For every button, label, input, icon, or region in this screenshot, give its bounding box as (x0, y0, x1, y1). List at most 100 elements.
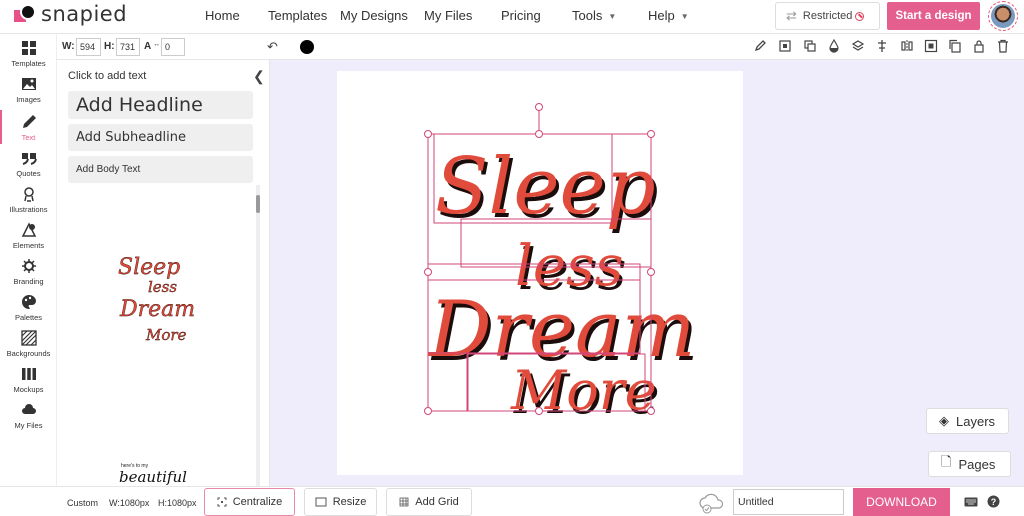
chevron-left-icon[interactable]: ❮ (253, 68, 265, 85)
elements-icon (21, 222, 36, 237)
add-subheadline-button[interactable]: Add Subheadline (68, 124, 253, 151)
add-headline-button[interactable]: Add Headline (68, 91, 253, 119)
trash-icon[interactable] (996, 39, 1010, 53)
user-avatar[interactable] (988, 1, 1018, 31)
rail-images-label: Images (16, 95, 41, 104)
rail-quotes[interactable]: Quotes (0, 150, 57, 186)
rail-branding[interactable]: Branding (0, 258, 57, 294)
align-center-icon[interactable] (875, 39, 889, 53)
sleep-less-template-preview[interactable]: Sleep less Dream More (112, 250, 202, 350)
design-svg: Sleep less Dream More (424, 103, 695, 422)
text-color-swatch[interactable] (300, 40, 314, 54)
swap-icon: ⇄ (786, 8, 797, 23)
resize-icon (315, 497, 327, 507)
snapied-logo[interactable]: snapied (14, 2, 127, 26)
rail-my-files-label: My Files (14, 421, 43, 430)
flip-icon[interactable] (900, 39, 914, 53)
quote-icon (21, 153, 37, 165)
panel-title: Click to add text (68, 70, 147, 82)
top-navigation: snapied Home Templates My Designs My Fil… (0, 0, 1024, 34)
width-input[interactable] (76, 38, 101, 56)
left-tool-rail: Templates Images Text Quotes Illustratio… (0, 34, 57, 486)
layers-label: Layers (956, 413, 996, 429)
nav-my-files[interactable]: My Files (424, 8, 472, 23)
size-preset: Custom (67, 498, 99, 508)
keyboard-icon[interactable] (964, 497, 978, 507)
width-label: W: (62, 41, 75, 52)
scrollbar-thumb[interactable] (256, 195, 260, 213)
rail-elements[interactable]: Elements (0, 222, 57, 258)
preview-line-3: Dream (119, 297, 195, 322)
branding-icon (21, 259, 36, 273)
centralize-icon (217, 497, 227, 507)
design-artboard[interactable]: Sleep less Dream More (337, 71, 743, 475)
nav-tools[interactable]: Tools ▼ (572, 8, 616, 23)
nav-help-label: Help (648, 8, 675, 23)
chevron-down-icon: ▼ (680, 12, 689, 21)
crop-fit-icon[interactable] (924, 39, 938, 53)
nav-templates[interactable]: Templates (268, 8, 327, 23)
nav-pricing[interactable]: Pricing (501, 8, 541, 23)
avatar-image (991, 4, 1015, 28)
layers-button[interactable]: ◈ Layers (926, 408, 1009, 434)
download-button[interactable]: DOWNLOAD (853, 488, 950, 516)
rail-branding-label: Branding (13, 277, 44, 286)
letter-spacing-input[interactable] (161, 38, 185, 56)
rail-text-label: Text (21, 133, 36, 142)
backgrounds-icon (20, 330, 37, 346)
panel-scrollbar[interactable] (256, 185, 260, 486)
resize-button[interactable]: Resize (304, 488, 377, 516)
templates-icon (21, 41, 36, 55)
rail-illustrations[interactable]: Illustrations (0, 186, 57, 222)
rail-mockups[interactable]: Mockups (0, 366, 57, 402)
undo-icon[interactable]: ↶ (267, 39, 278, 55)
nav-home[interactable]: Home (205, 8, 240, 23)
add-grid-button[interactable]: Add Grid (386, 488, 472, 516)
layers-icon: ◈ (939, 413, 949, 428)
opacity-icon[interactable] (827, 39, 841, 53)
eyedropper-icon[interactable] (753, 39, 767, 53)
rail-text[interactable]: Text (0, 110, 57, 150)
height-input[interactable] (116, 38, 140, 56)
rail-my-files[interactable]: My Files (0, 402, 57, 438)
add-grid-label: Add Grid (415, 496, 459, 508)
duplicate-icon[interactable] (948, 39, 962, 53)
grid-small-icon[interactable] (778, 39, 792, 53)
restricted-button[interactable]: ⇄ Restricted (775, 2, 880, 30)
rail-backgrounds-label: Backgrounds (6, 349, 51, 358)
ban-icon (855, 11, 865, 21)
pages-button[interactable]: 🗋 Pages (928, 451, 1011, 477)
lock-icon[interactable] (972, 39, 986, 53)
mockups-icon (21, 368, 36, 380)
arrange-icon[interactable] (803, 39, 817, 53)
preview2-big-text: beautiful (119, 468, 187, 486)
document-name-input[interactable] (733, 489, 844, 515)
add-body-text-button[interactable]: Add Body Text (68, 156, 253, 183)
rail-palettes[interactable]: Palettes (0, 294, 57, 330)
design-word-more[interactable]: More (510, 359, 657, 422)
element-toolbar: W: H: A ↔ ↶ (57, 34, 1024, 60)
layers-stack-icon[interactable] (851, 39, 865, 53)
nav-my-designs[interactable]: My Designs (340, 8, 408, 23)
rail-backgrounds[interactable]: Backgrounds (0, 330, 57, 366)
resize-label: Resize (332, 496, 367, 508)
letter-spacing-label: A ↔ (144, 41, 161, 52)
palette-icon (21, 295, 36, 309)
bottom-bar: Custom W:1080px H:1080px Centralize Resi… (0, 486, 1024, 516)
rail-quotes-label: Quotes (16, 169, 41, 178)
beautiful-template-preview[interactable]: here's to my beautiful (117, 460, 197, 486)
centralize-button[interactable]: Centralize (204, 488, 295, 516)
cloud-files-icon (21, 404, 36, 414)
nav-help[interactable]: Help ▼ (648, 8, 689, 23)
rail-mockups-label: Mockups (13, 385, 44, 394)
preview-line-2: less (148, 278, 177, 296)
logo-text: snapied (41, 2, 128, 26)
help-icon[interactable]: ? (987, 495, 1000, 508)
cloud-sync-icon (699, 493, 724, 514)
chevron-down-icon: ▼ (608, 12, 617, 21)
rail-templates[interactable]: Templates (0, 40, 57, 76)
rail-images[interactable]: Images (0, 76, 57, 112)
canvas-height: H:1080px (158, 498, 197, 508)
rail-illustrations-label: Illustrations (9, 205, 48, 214)
start-design-button[interactable]: Start a design (887, 2, 980, 30)
